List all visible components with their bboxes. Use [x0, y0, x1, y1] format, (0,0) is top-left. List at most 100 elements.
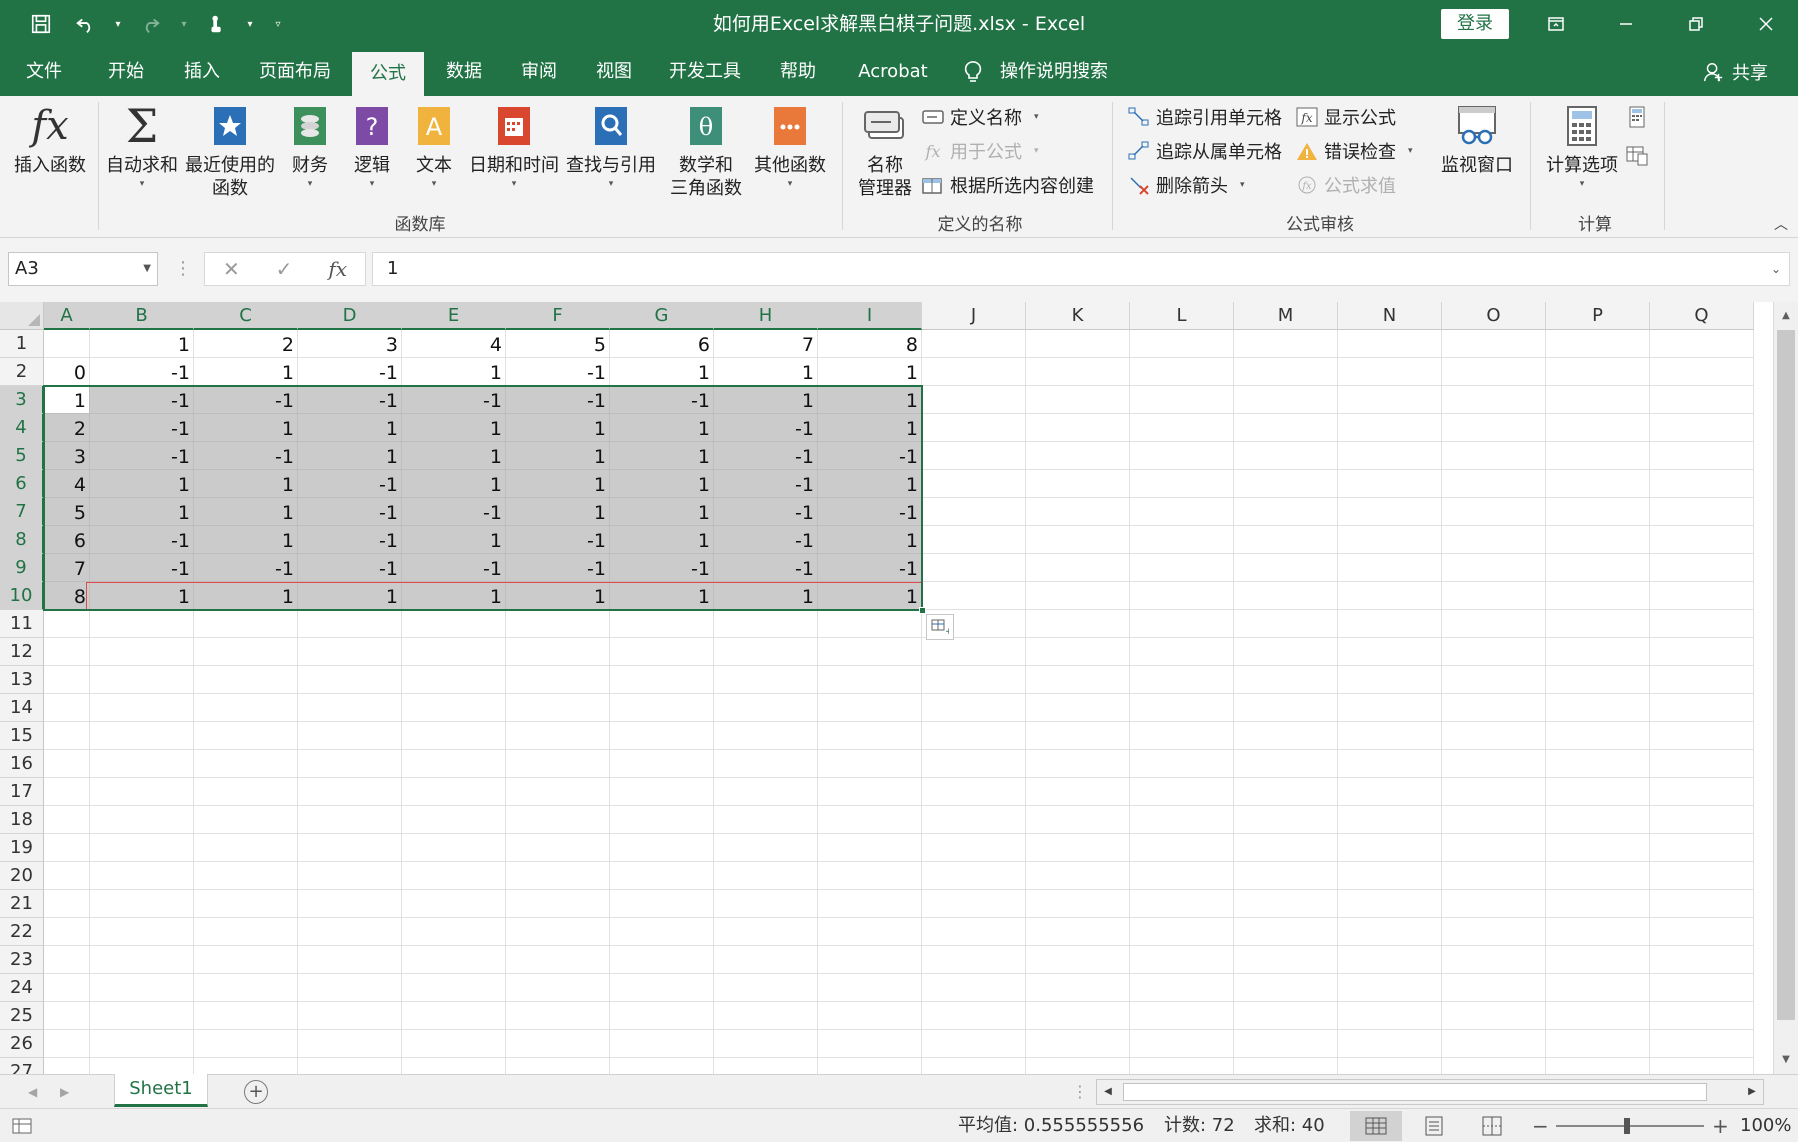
horizontal-scroll-thumb[interactable]	[1123, 1083, 1707, 1101]
cell[interactable]: -1	[90, 358, 194, 386]
lightbulb-icon[interactable]	[960, 48, 986, 96]
row-header[interactable]: 18	[0, 806, 44, 834]
cell[interactable]: 2	[44, 414, 90, 442]
horizontal-scrollbar[interactable]: ◀ ▶	[1096, 1079, 1764, 1105]
cell[interactable]: -1	[714, 498, 818, 526]
cell[interactable]: 1	[818, 582, 922, 610]
cell[interactable]: 1	[90, 498, 194, 526]
show-formulas-button[interactable]: fx 显示公式	[1296, 102, 1396, 132]
tab-developer[interactable]: 开发工具	[660, 48, 750, 96]
row-header[interactable]: 20	[0, 862, 44, 890]
cell[interactable]: 8	[818, 330, 922, 358]
cell[interactable]: -1	[506, 554, 610, 582]
cell[interactable]: -1	[298, 498, 402, 526]
cell[interactable]: 1	[506, 498, 610, 526]
cell[interactable]: -1	[714, 470, 818, 498]
name-box[interactable]: A3 ▼	[8, 252, 158, 286]
cell[interactable]: 6	[610, 330, 714, 358]
row-header[interactable]: 16	[0, 750, 44, 778]
trace-precedents-button[interactable]: 追踪引用单元格	[1128, 102, 1282, 132]
cell[interactable]: 1	[818, 414, 922, 442]
tell-me-search[interactable]: 操作说明搜索	[1000, 48, 1120, 96]
save-icon[interactable]	[24, 8, 58, 40]
zoom-slider-track[interactable]	[1556, 1125, 1704, 1127]
select-all-button[interactable]	[0, 302, 44, 330]
cell[interactable]: -1	[818, 498, 922, 526]
text-button[interactable]: A 文本 ▾	[406, 102, 462, 191]
column-header[interactable]: D	[298, 302, 402, 330]
page-break-view-icon[interactable]	[1466, 1111, 1518, 1141]
cell[interactable]: -1	[90, 386, 194, 414]
row-header[interactable]: 7	[0, 498, 44, 526]
column-header[interactable]: E	[402, 302, 506, 330]
calculate-now-icon[interactable]	[1626, 102, 1648, 132]
cell[interactable]: 1	[714, 358, 818, 386]
cell[interactable]: 3	[298, 330, 402, 358]
cell[interactable]: 1	[818, 386, 922, 414]
cell[interactable]: 7	[714, 330, 818, 358]
customize-qat-icon[interactable]: ▿	[266, 8, 290, 40]
undo-dropdown-icon[interactable]: ▾	[112, 8, 124, 40]
cell[interactable]: -1	[402, 386, 506, 414]
tab-help[interactable]: 帮助	[764, 48, 832, 96]
cell[interactable]: -1	[298, 554, 402, 582]
tab-page-layout[interactable]: 页面布局	[250, 48, 340, 96]
cell[interactable]: 1	[506, 470, 610, 498]
cell[interactable]: 6	[44, 526, 90, 554]
cell[interactable]: -1	[714, 554, 818, 582]
cell[interactable]: -1	[610, 554, 714, 582]
cell[interactable]: 1	[90, 470, 194, 498]
row-header[interactable]: 19	[0, 834, 44, 862]
column-header[interactable]: A	[44, 302, 90, 330]
sheet-prev-icon[interactable]: ◀	[28, 1075, 37, 1109]
vertical-scroll-thumb[interactable]	[1777, 330, 1795, 1020]
cell[interactable]: 3	[44, 442, 90, 470]
lookup-reference-button[interactable]: 查找与引用 ▾	[564, 102, 658, 191]
scroll-down-icon[interactable]: ▼	[1774, 1048, 1798, 1072]
tab-acrobat[interactable]: Acrobat	[848, 48, 938, 96]
row-header[interactable]: 15	[0, 722, 44, 750]
cell[interactable]: 1	[402, 470, 506, 498]
cell[interactable]: -1	[90, 554, 194, 582]
row-header[interactable]: 24	[0, 974, 44, 1002]
ribbon-display-options-icon[interactable]	[1524, 0, 1588, 48]
column-header[interactable]: I	[818, 302, 922, 330]
row-header[interactable]: 13	[0, 666, 44, 694]
cell[interactable]: -1	[298, 386, 402, 414]
column-header[interactable]: L	[1130, 302, 1234, 330]
cell[interactable]: -1	[610, 386, 714, 414]
cell[interactable]: 1	[298, 442, 402, 470]
zoom-in-icon[interactable]: +	[1712, 1109, 1729, 1142]
financial-button[interactable]: 财务 ▾	[280, 102, 340, 191]
tab-insert[interactable]: 插入	[168, 48, 236, 96]
redo-icon[interactable]	[134, 8, 168, 40]
cell[interactable]: -1	[506, 386, 610, 414]
row-header[interactable]: 11	[0, 610, 44, 638]
tab-split-handle[interactable]: ⋮	[1072, 1075, 1088, 1109]
cell[interactable]: 1	[90, 582, 194, 610]
column-header[interactable]: Q	[1650, 302, 1754, 330]
cell[interactable]: 1	[402, 442, 506, 470]
share-button[interactable]: 共享	[1702, 48, 1768, 96]
cell[interactable]: 7	[44, 554, 90, 582]
row-header[interactable]: 10	[0, 582, 44, 610]
page-layout-view-icon[interactable]	[1408, 1111, 1460, 1141]
cell[interactable]: 1	[402, 358, 506, 386]
cell[interactable]: -1	[402, 498, 506, 526]
row-header[interactable]: 2	[0, 358, 44, 386]
cell[interactable]: 1	[298, 582, 402, 610]
recently-used-button[interactable]: 最近使用的 函数	[184, 102, 276, 200]
cell[interactable]: -1	[506, 358, 610, 386]
cell[interactable]: -1	[194, 554, 298, 582]
cell[interactable]: -1	[298, 526, 402, 554]
enter-icon[interactable]: ✓	[276, 257, 293, 281]
column-header[interactable]: C	[194, 302, 298, 330]
cell[interactable]: 1	[194, 582, 298, 610]
cell[interactable]: 1	[610, 414, 714, 442]
remove-arrows-button[interactable]: 删除箭头 ▾	[1128, 170, 1245, 200]
formula-bar-resize-handle[interactable]: ⋮	[174, 252, 192, 286]
trace-dependents-button[interactable]: 追踪从属单元格	[1128, 136, 1282, 166]
worksheet-grid[interactable]: ABCDEFGHIJKLMNOPQ 1 2 3 4 5 6 7 8 9 10 11 12 13 14 15 1…	[0, 302, 1773, 1074]
cell[interactable]: 1	[610, 582, 714, 610]
tab-home[interactable]: 开始	[92, 48, 160, 96]
